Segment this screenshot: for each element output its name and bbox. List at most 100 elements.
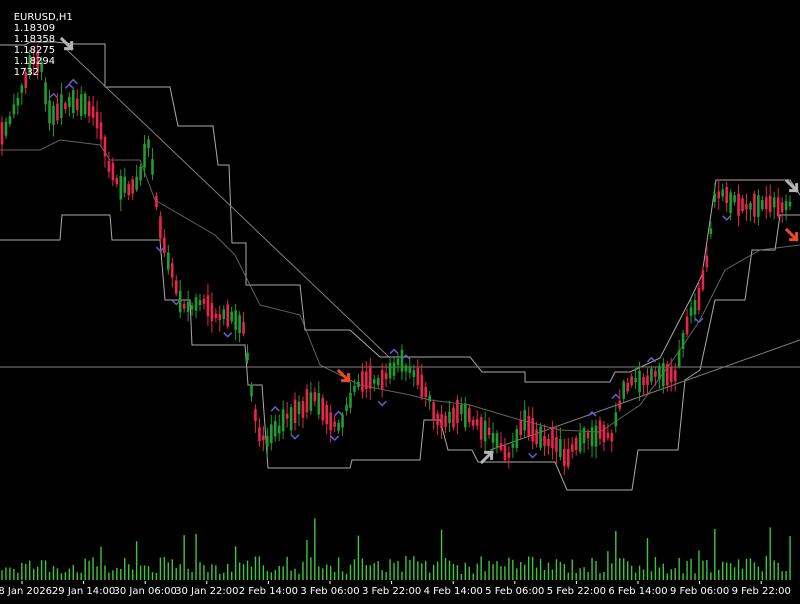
candle-body — [333, 421, 336, 427]
candle-body — [487, 427, 491, 436]
x-tick-label: 9 Feb 06:00 — [670, 586, 729, 597]
candle-body — [87, 101, 91, 117]
fractal-marker — [528, 452, 538, 459]
candle-body — [428, 395, 431, 402]
candle-body — [448, 411, 451, 424]
fractal-marker — [377, 400, 387, 407]
candle-body — [440, 414, 443, 428]
candle-body — [725, 186, 728, 204]
candle-body — [309, 392, 313, 411]
candle-body — [115, 177, 119, 185]
symbol-label: EURUSD,H1 — [13, 12, 73, 23]
candle-body — [717, 191, 721, 199]
candle-body — [432, 402, 435, 420]
candle-body — [614, 412, 618, 427]
x-tick-label: 30 Jan 06:00 — [114, 586, 177, 597]
candle-body — [578, 432, 582, 452]
close-value: 1.18294 — [13, 56, 56, 67]
candle-body — [91, 106, 95, 118]
candle-body — [456, 399, 459, 424]
candle-body — [764, 197, 768, 210]
candle-body — [111, 162, 115, 181]
candle-body — [570, 444, 574, 452]
candle-body — [503, 445, 507, 461]
candle-body — [471, 419, 475, 426]
x-tick-label: 29 Jan 14:00 — [52, 586, 115, 597]
candle-body — [159, 216, 162, 239]
x-tick-label: 3 Feb 06:00 — [300, 586, 359, 597]
candle-body — [388, 362, 392, 379]
candle-body — [519, 419, 523, 436]
candle-body — [254, 409, 257, 422]
candle-body — [64, 103, 67, 110]
candle-body — [273, 420, 277, 437]
x-tick-label: 28 Jan 2026 — [0, 586, 52, 597]
candle-body — [281, 409, 285, 432]
candle-body — [788, 201, 792, 207]
candle-body — [464, 403, 467, 428]
candle-body — [689, 307, 693, 316]
candle-body — [361, 371, 364, 392]
candle-body — [515, 429, 519, 448]
candle-body — [452, 407, 455, 428]
candle-body — [574, 437, 578, 451]
candle-body — [242, 322, 245, 334]
candle-body — [460, 404, 463, 415]
candle-body — [721, 189, 725, 197]
candle-body — [56, 103, 59, 121]
candle-body — [412, 370, 416, 377]
candle-body — [392, 362, 396, 376]
candle-body — [594, 425, 598, 447]
candle-body — [610, 432, 614, 442]
candle-body — [52, 105, 55, 125]
candle-body — [527, 416, 530, 437]
candle-body — [147, 139, 150, 148]
price-chart[interactable]: 28 Jan 202629 Jan 14:0030 Jan 06:0030 Ja… — [0, 0, 800, 600]
candle-body — [685, 316, 689, 335]
candle-body — [733, 195, 736, 203]
candle-body — [559, 439, 562, 458]
candle-body — [167, 252, 170, 270]
candle-body — [313, 392, 317, 402]
candle-body — [693, 300, 697, 315]
candle-body — [174, 280, 178, 294]
candle-body — [234, 310, 237, 330]
candle-body — [194, 297, 198, 311]
candle-body — [654, 371, 657, 377]
signal-arrow — [479, 450, 494, 465]
candle-body — [507, 452, 511, 458]
candle-body — [483, 420, 487, 442]
candle-body — [416, 368, 420, 385]
x-tick-label: 2 Feb 14:00 — [239, 586, 298, 597]
candle-body — [305, 388, 309, 413]
candle-body — [681, 333, 685, 349]
fractal-marker — [48, 92, 59, 99]
candle-body — [713, 193, 717, 202]
candle-body — [95, 111, 99, 129]
candle-body — [131, 179, 134, 194]
candle-body — [238, 315, 241, 333]
candle-body — [218, 314, 222, 320]
candle-body — [214, 313, 218, 318]
candle-body — [642, 376, 645, 385]
candle-body — [198, 300, 202, 306]
candle-body — [479, 417, 483, 440]
candle-body — [269, 424, 273, 444]
candle-body — [658, 366, 661, 380]
candle-body — [539, 426, 542, 448]
x-tick-label: 4 Feb 14:00 — [424, 586, 483, 597]
candle-body — [99, 122, 103, 140]
x-tick-label: 9 Feb 22:00 — [732, 586, 791, 597]
candle-body — [400, 349, 404, 372]
candle-body — [71, 90, 75, 114]
candle-body — [365, 371, 368, 390]
fractal-marker — [694, 317, 704, 324]
x-tick-label: 5 Feb 22:00 — [547, 586, 606, 597]
candle-body — [262, 435, 265, 441]
candle-body — [107, 160, 111, 172]
candle-body — [420, 374, 424, 398]
candle-body — [123, 176, 127, 193]
chart-area[interactable]: EURUSD,H1 1.18309 1.18358 1.18275 1.1829… — [0, 0, 800, 600]
candle-body — [729, 192, 732, 213]
candle-body — [705, 255, 709, 268]
